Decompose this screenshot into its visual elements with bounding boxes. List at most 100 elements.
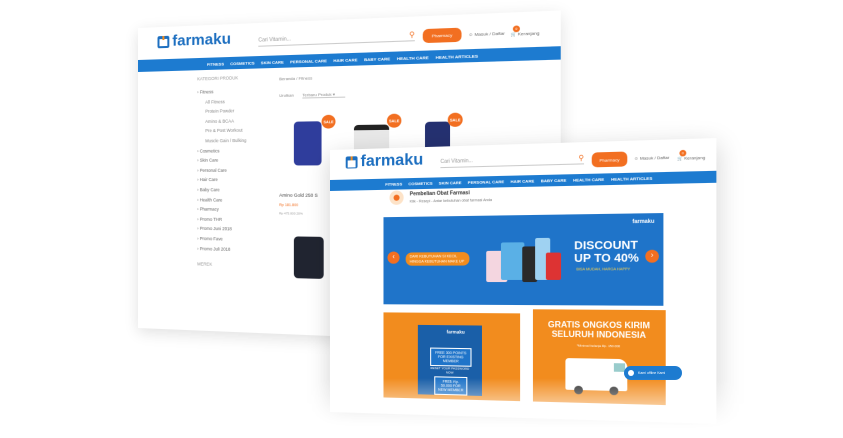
nav-personal-care[interactable]: PERSONAL CARE — [468, 179, 504, 185]
cart-link[interactable]: 🛒 0 Keranjang — [677, 155, 705, 161]
nav-skin-care[interactable]: SKIN CARE — [261, 59, 284, 65]
nav-health-articles[interactable]: HEALTH ARTICLES — [436, 53, 478, 60]
cart-label: Keranjang — [518, 30, 540, 36]
category-promo-fave[interactable]: › Promo Fave — [197, 236, 279, 242]
intro-title: Pembelian Obat Farmasi — [410, 190, 492, 198]
category-cosmetics[interactable]: › Cosmetics — [197, 147, 279, 153]
account-link[interactable]: ☺ Masuk / Daftar — [468, 30, 504, 37]
category-label: Personal Care — [200, 167, 227, 172]
product-box — [546, 253, 561, 280]
discount-sub: BISA MUDAH, HARGA HAPPY — [576, 267, 630, 271]
discount: 20% — [296, 211, 302, 215]
filter-title: MEREK — [197, 261, 279, 268]
search-input[interactable]: Cari Vitamin... ⚲ — [258, 32, 415, 47]
hero-banner[interactable]: farmaku ‹ DARI KEBUTUHAN SI KECIL HINGGA… — [383, 213, 663, 306]
sort-label: Urutkan — [279, 92, 294, 99]
search-icon[interactable]: ⚲ — [578, 154, 584, 163]
nav-fitness[interactable]: FITNESS — [207, 61, 224, 67]
category-promo-juli[interactable]: › Promo Juli 2018 — [197, 246, 279, 253]
breadcrumb[interactable]: Beranda / Fitness — [279, 75, 312, 81]
shipping-sub: *Minimal belanja Rp. 150.000 — [542, 343, 657, 349]
search-placeholder: Cari Vitamin... — [258, 36, 291, 43]
product-card[interactable]: SALE — [290, 117, 333, 172]
category-label: Promo Juni 2018 — [200, 226, 232, 232]
category-personal-care[interactable]: › Personal Care — [197, 167, 279, 172]
category-label: Promo Fave — [200, 236, 223, 241]
sale-badge: SALE — [322, 115, 336, 129]
category-label: Hair Care — [200, 177, 218, 182]
category-health-care[interactable]: › Health Care — [197, 197, 279, 203]
nav-health-care[interactable]: HEALTH CARE — [397, 54, 429, 60]
nav-baby-care[interactable]: BABY CARE — [541, 178, 567, 184]
account-link[interactable]: ☺ Masuk / Daftar — [634, 155, 669, 161]
chat-label: Kami offline Kami — [638, 371, 665, 375]
logo-text: farmaku — [361, 151, 424, 171]
category-promo-thr[interactable]: › Promo THR — [197, 216, 279, 222]
banner-brand: farmaku — [632, 219, 654, 226]
cart-link[interactable]: 🛒 0 Keranjang — [511, 30, 540, 37]
banner-products-image — [482, 231, 563, 294]
user-icon: ☺ — [468, 32, 473, 38]
discount-line2: UP TO 40% — [574, 252, 639, 265]
old-price: Rp 475.000 — [279, 211, 295, 215]
points-badge: FREE 300 POINTS FOR EXISTING MEMBER — [430, 348, 471, 367]
category-muscle-gain[interactable]: Muscle Gain / Bulking — [197, 137, 279, 143]
carousel-prev-button[interactable]: ‹ — [388, 252, 400, 264]
category-all-fitness[interactable]: All Fitness — [197, 98, 279, 105]
category-protein-powder[interactable]: Protein Powder — [197, 108, 279, 115]
logo-icon — [158, 35, 170, 48]
product-old-price: Rp 475.000 20% — [279, 211, 303, 215]
carousel-next-button[interactable]: › — [645, 250, 659, 263]
nav-hair-care[interactable]: HAIR CARE — [511, 178, 535, 184]
category-skin-care[interactable]: › Skin Care — [197, 157, 279, 163]
nav-health-care[interactable]: HEALTH CARE — [573, 177, 604, 183]
category-pharmacy[interactable]: › Pharmacy — [197, 207, 279, 213]
category-sidebar: KATEGORI PRODUK › Fitness All Fitness Pr… — [197, 74, 279, 273]
product-image — [294, 236, 324, 279]
product-box — [501, 242, 524, 280]
nav-health-articles[interactable]: HEALTH ARTICLES — [611, 176, 652, 182]
category-baby-care[interactable]: › Baby Care — [197, 187, 279, 192]
category-label: Cosmetics — [200, 148, 220, 153]
logo-icon — [346, 156, 358, 168]
sort-row: Urutkan Terbaru Produk ▾ — [279, 91, 345, 99]
category-label: Skin Care — [200, 158, 219, 163]
category-promo-juni[interactable]: › Promo Juni 2018 — [197, 226, 279, 232]
product-image — [294, 121, 322, 165]
category-label: Pharmacy — [200, 207, 219, 212]
nav-skin-care[interactable]: SKIN CARE — [439, 180, 462, 186]
logo[interactable]: farmaku — [346, 151, 424, 171]
pharmacy-icon — [390, 190, 404, 204]
category-label: Fitness — [200, 89, 214, 94]
product-name[interactable]: Amino Gold 250 S — [279, 193, 318, 198]
category-pre-post-workout[interactable]: Pre & Post Workout — [197, 127, 279, 133]
sale-badge: SALE — [448, 113, 463, 127]
search-placeholder: Cari Vitamin... — [440, 158, 472, 165]
nav-personal-care[interactable]: PERSONAL CARE — [290, 58, 327, 64]
category-hair-care[interactable]: › Hair Care — [197, 177, 279, 182]
sort-select[interactable]: Terbaru Produk ▾ — [302, 91, 345, 98]
product-card[interactable] — [290, 226, 333, 281]
pharmacy-label: Pharmacy — [599, 157, 619, 163]
nav-baby-care[interactable]: BABY CARE — [364, 55, 390, 61]
user-icon: ☺ — [634, 155, 639, 160]
product-price: Rp 181.800 — [279, 203, 298, 207]
category-amino-bcaa[interactable]: Amino & BCAA — [197, 118, 279, 124]
logo[interactable]: farmaku — [158, 30, 231, 50]
search-icon[interactable]: ⚲ — [409, 30, 415, 39]
pharmacy-label: Pharmacy — [432, 32, 453, 38]
pharmacy-button[interactable]: Pharmacy — [423, 28, 462, 44]
category-fitness[interactable]: › Fitness — [197, 88, 279, 95]
pharmacy-intro[interactable]: Pembelian Obat Farmasi Klik - Resepi - A… — [390, 189, 492, 205]
nav-cosmetics[interactable]: COSMETICS — [408, 181, 432, 187]
discount-line1: DISCOUNT — [574, 239, 638, 252]
search-input[interactable]: Cari Vitamin... ⚲ — [440, 155, 584, 168]
chat-icon — [628, 370, 634, 376]
nav-fitness[interactable]: FITNESS — [385, 181, 402, 186]
cart-label: Keranjang — [684, 155, 705, 161]
logo-text: farmaku — [172, 30, 231, 50]
nav-cosmetics[interactable]: COSMETICS — [230, 60, 254, 66]
nav-hair-care[interactable]: HAIR CARE — [333, 57, 357, 63]
category-label: Promo Juli 2018 — [200, 246, 231, 252]
pharmacy-button[interactable]: Pharmacy — [592, 152, 628, 168]
